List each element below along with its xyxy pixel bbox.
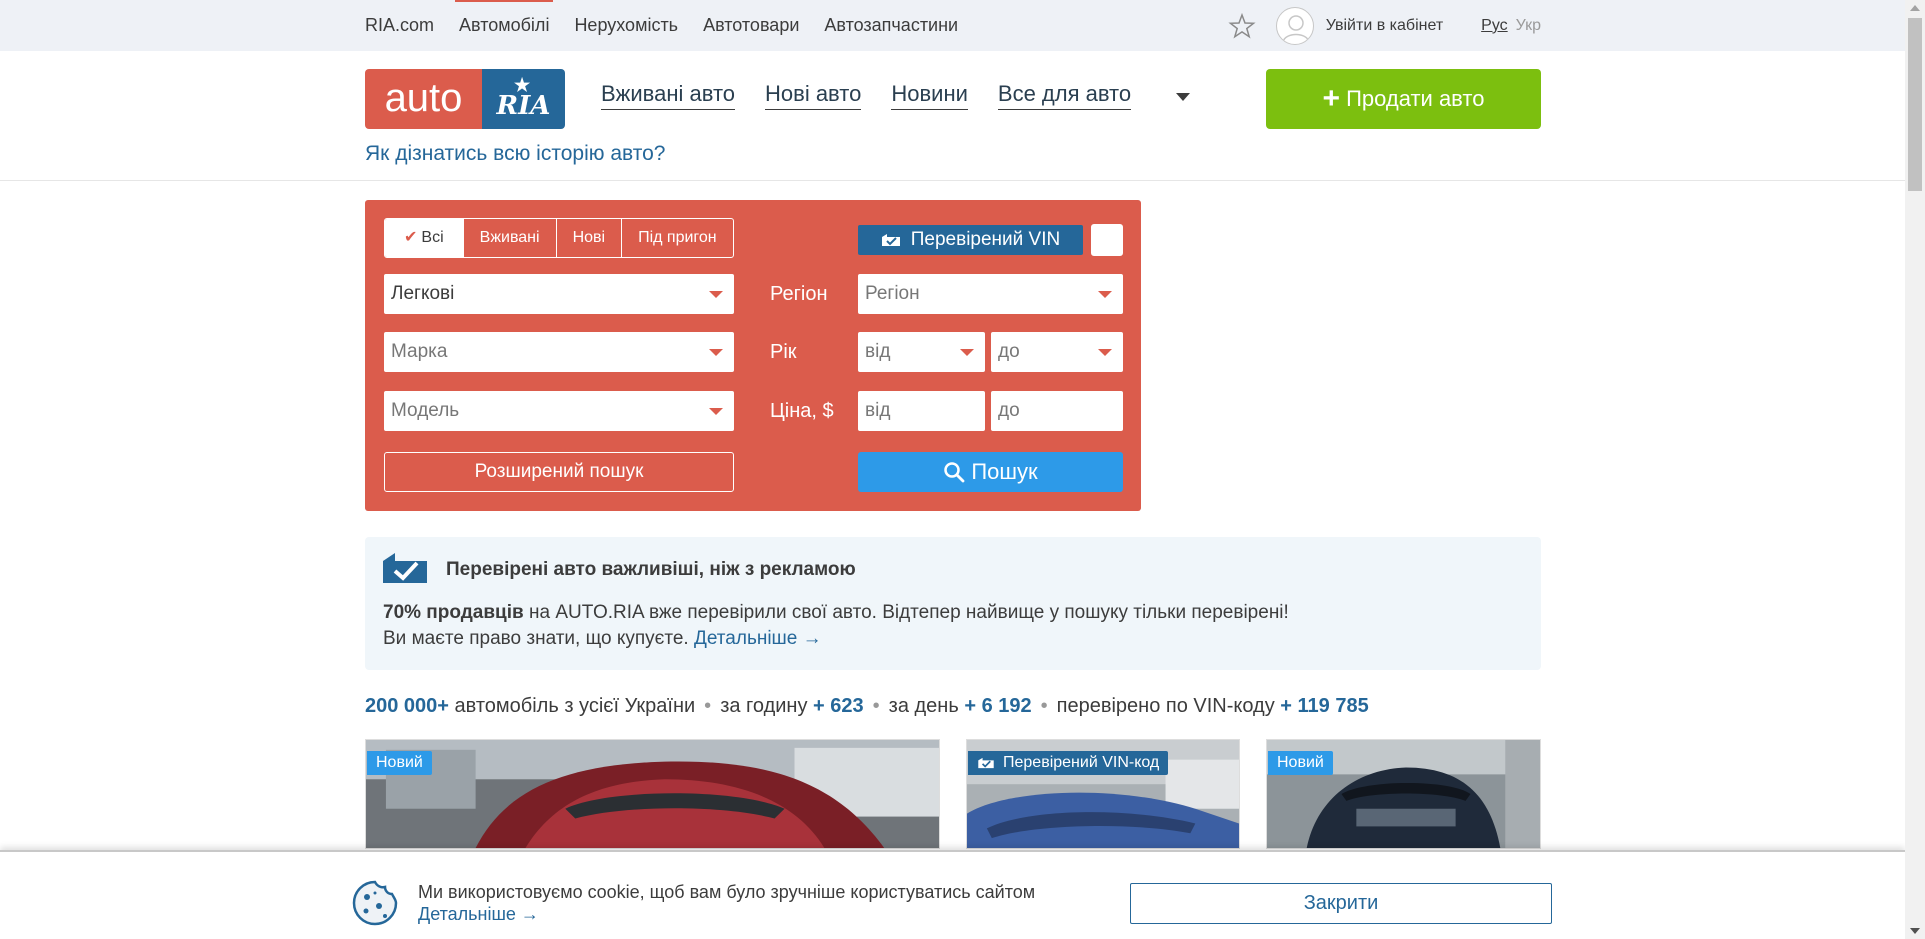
scroll-down-icon[interactable] [1910,928,1920,934]
chevron-down-icon[interactable] [1176,93,1191,101]
sell-car-button[interactable]: + Продати авто [1266,69,1541,129]
topnav-realty[interactable]: Нерухомість [574,0,678,51]
tab-used[interactable]: Вживані [464,219,557,257]
stats-day[interactable]: + 6 192 [964,695,1031,717]
logo-star-icon: ★ [514,75,531,96]
logo[interactable]: auto ★ RIA [365,69,565,129]
vehicle-type-select[interactable]: Легкові [384,274,734,314]
topnav-autogoods[interactable]: Автотовари [703,0,799,51]
header: auto ★ RIA Вживані авто Нові авто Новини … [0,51,1905,181]
top-right: Увійти в кабінет Рус Укр [1228,0,1541,51]
verified-icon [881,234,900,246]
chevron-down-icon [1098,349,1112,356]
nav-news[interactable]: Новини [891,79,968,110]
search-form: ✔ Всі Вживані Нові Під пригон Перевірений… [365,200,1141,511]
cookie-text: Ми використовуємо cookie, щоб вам було з… [418,882,1036,902]
tab-all[interactable]: ✔ Всі [385,219,464,257]
scroll-up-icon[interactable] [1910,5,1920,11]
stats-hour[interactable]: + 623 [813,695,864,717]
scrollbar-thumb[interactable] [1908,18,1922,191]
topnav-cars[interactable]: Автомобілі [454,0,554,51]
nav-all-for-auto[interactable]: Все для авто [997,79,1132,110]
cookie-details-link[interactable]: Детальніше → [418,904,539,925]
search-icon [944,462,965,483]
vin-checkbox[interactable] [1091,224,1123,256]
nav-new-cars[interactable]: Нові авто [765,79,862,110]
advanced-search-button[interactable]: Розширений пошук [384,452,734,492]
topnav-ria[interactable]: RIA.com [365,0,434,51]
logo-ria: ★ RIA [482,69,565,129]
model-select[interactable]: Модель [384,391,734,431]
star-icon[interactable] [1228,12,1256,40]
region-select[interactable]: Регіон [858,274,1123,314]
stats-line: 200 000+ автомобіль з усієї України • за г… [365,695,1369,717]
login-link[interactable]: Увійти в кабінет [1326,17,1443,35]
separator-dot: • [1040,695,1048,717]
tab-new[interactable]: Нові [557,219,623,257]
nav-used-cars[interactable]: Вживані авто [601,79,736,110]
cookie-icon [352,880,398,926]
vin-badge: Перевірений VIN [858,225,1083,255]
card-badge: Новий [1268,751,1333,775]
main-nav: Вживані авто Нові авто Новини Все для ав… [601,79,1191,110]
cookie-close-button[interactable]: Закрити [1130,883,1552,924]
price-to-input[interactable]: до [991,391,1123,431]
search-tabs: ✔ Всі Вживані Нові Під пригон [384,218,734,258]
price-label: Ціна, $ [770,400,834,422]
separator-dot: • [704,695,712,717]
car-card-3[interactable]: Новий [1266,739,1541,849]
top-nav: RIA.com Автомобілі Нерухомість Автотовар… [365,0,983,51]
region-label: Регіон [770,283,828,305]
brand-select[interactable]: Марка [384,332,734,372]
stats-total: 200 000+ [365,695,449,717]
verified-car-icon [383,553,427,583]
chevron-down-icon [960,349,974,356]
car-card-1[interactable]: Новий [365,739,940,849]
logo-auto: auto [365,69,482,129]
tab-import[interactable]: Під пригон [622,219,733,257]
year-label: Рік [770,341,797,363]
cookie-bar: Ми використовуємо cookie, щоб вам було з… [0,850,1905,939]
avatar-icon[interactable] [1275,6,1314,45]
chevron-down-icon [709,349,723,356]
history-link[interactable]: Як дізнатись всю історію авто? [365,142,665,166]
year-to-select[interactable]: до [991,332,1123,372]
verified-promo: Перевірені авто важливіші, ніж з рекламо… [365,537,1541,670]
chevron-down-icon [709,291,723,298]
lang-ru[interactable]: Рус [1481,17,1508,35]
stats-vin[interactable]: + 119 785 [1280,695,1368,717]
promo-title: Перевірені авто важливіші, ніж з рекламо… [446,559,856,580]
search-button[interactable]: Пошук [858,452,1123,492]
plus-icon: + [1322,82,1341,115]
promo-details-link[interactable]: Детальніше → [694,628,822,649]
separator-dot: • [872,695,880,717]
lang-ua[interactable]: Укр [1516,17,1541,35]
price-from-input[interactable]: від [858,391,985,431]
car-photo [366,740,939,848]
top-bar: RIA.com Автомобілі Нерухомість Автотовар… [0,0,1905,51]
card-badge: Перевірений VIN-код [968,751,1169,775]
chevron-down-icon [709,408,723,415]
scrollbar[interactable] [1905,0,1925,939]
year-from-select[interactable]: від [858,332,985,372]
check-icon: ✔ [404,229,418,246]
card-badge: Новий [367,751,432,775]
topnav-autoparts[interactable]: Автозапчастини [824,0,958,51]
promo-text: 70% продавців на AUTO.RIA вже перевірили… [383,602,1289,649]
chevron-down-icon [1098,291,1112,298]
verified-icon [978,757,994,769]
car-card-2[interactable]: Перевірений VIN-код [966,739,1240,849]
